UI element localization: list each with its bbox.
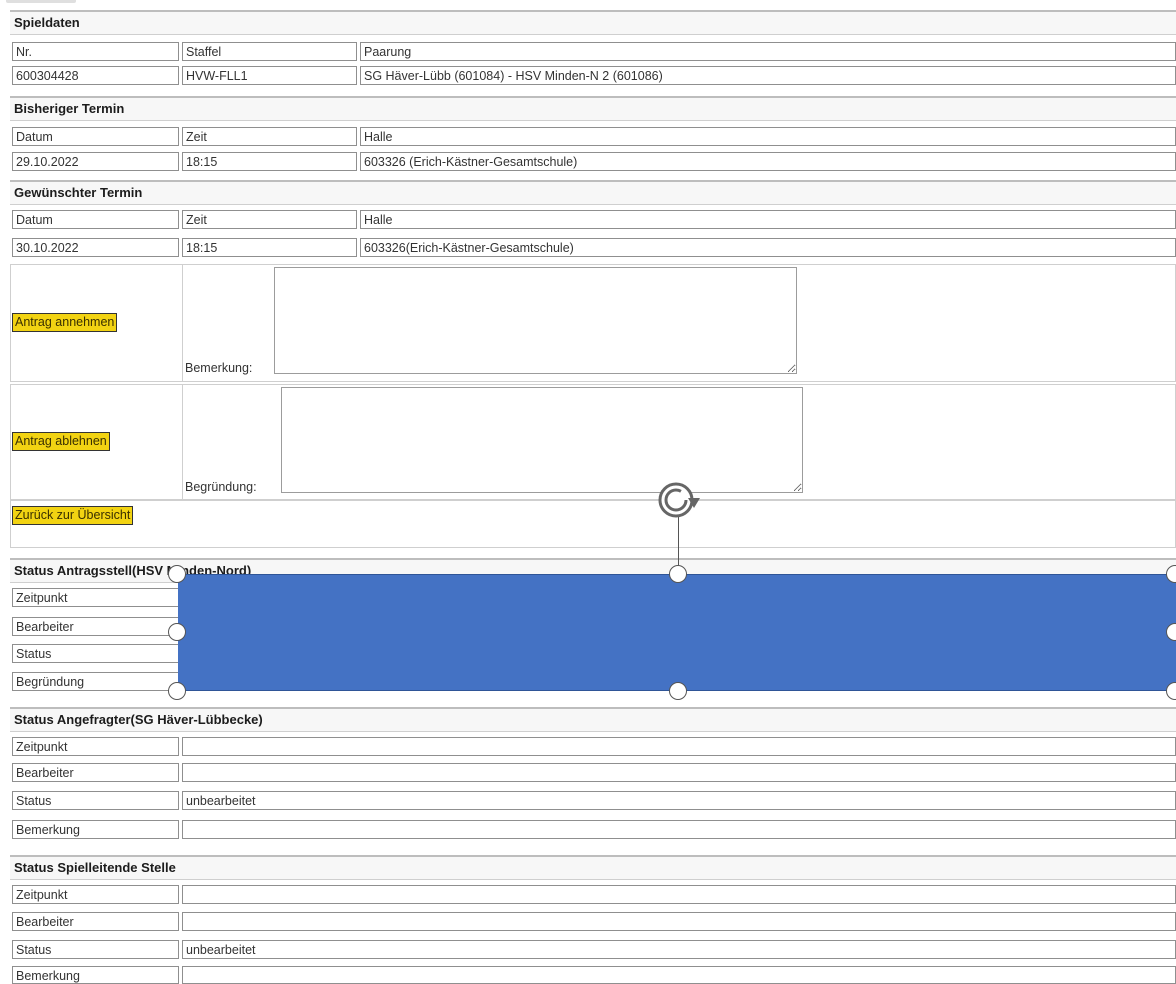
value-status: unbearbeitet [182, 940, 1176, 959]
col-header-nr: Nr. [12, 42, 179, 61]
reject-request-button[interactable]: Antrag ablehnen [12, 432, 110, 451]
bemerkung-label: Bemerkung: [185, 361, 253, 375]
value-bearbeiter [182, 912, 1176, 931]
value-halle: 603326 (Erich-Kästner-Gesamtschule) [360, 152, 1176, 171]
value-paarung: SG Häver-Lübb (601084) - HSV Minden-N 2 … [360, 66, 1176, 85]
resize-handle-icon[interactable] [1166, 682, 1176, 700]
value-bemerkung [182, 820, 1176, 839]
col-header-zeit: Zeit [182, 210, 357, 229]
section-title: Bisheriger Termin [14, 101, 125, 116]
label-zeitpunkt: Zeitpunkt [12, 885, 179, 904]
label-status: Status [12, 791, 179, 810]
begruendung-textarea[interactable] [281, 387, 803, 493]
value-zeit: 18:15 [182, 238, 357, 257]
cropped-top-strip [0, 0, 1176, 8]
col-header-staffel: Staffel [182, 42, 357, 61]
value-zeitpunkt [182, 885, 1176, 904]
resize-handle-icon[interactable] [168, 565, 186, 583]
col-header-datum: Datum [12, 210, 179, 229]
section-header-status-angefragter: Status Angefragter(SG Häver-Lübbecke) [10, 707, 1176, 732]
bemerkung-textarea[interactable] [274, 267, 797, 374]
resize-handle-icon[interactable] [168, 682, 186, 700]
col-header-paarung: Paarung [360, 42, 1176, 61]
overlay-rectangle-shape[interactable] [178, 574, 1176, 691]
col-header-halle: Halle [360, 210, 1176, 229]
section-header-bisheriger-termin: Bisheriger Termin [10, 96, 1176, 121]
resize-handle-icon[interactable] [168, 623, 186, 641]
rotate-icon[interactable] [654, 478, 704, 520]
label-begruendung: Begründung [12, 672, 179, 691]
value-nr: 600304428 [12, 66, 179, 85]
accept-request-button[interactable]: Antrag annehmen [12, 313, 118, 332]
value-staffel: HVW-FLL1 [182, 66, 357, 85]
resize-handle-icon[interactable] [669, 565, 687, 583]
section-title: Gewünschter Termin [14, 185, 143, 200]
label-bearbeiter: Bearbeiter [12, 617, 179, 636]
col-header-zeit: Zeit [182, 127, 357, 146]
value-datum: 29.10.2022 [12, 152, 179, 171]
value-status: unbearbeitet [182, 791, 1176, 810]
section-title: Spieldaten [14, 15, 80, 30]
section-title: Status Angefragter(SG Häver-Lübbecke) [14, 712, 263, 727]
resize-handle-icon[interactable] [669, 682, 687, 700]
section-header-spieldaten: Spieldaten [10, 10, 1176, 35]
value-bearbeiter [182, 763, 1176, 782]
back-to-overview-button[interactable]: Zurück zur Übersicht [12, 506, 134, 525]
col-header-halle: Halle [360, 127, 1176, 146]
begruendung-label: Begründung: [185, 480, 257, 494]
label-status: Status [12, 940, 179, 959]
label-bearbeiter: Bearbeiter [12, 763, 179, 782]
col-header-datum: Datum [12, 127, 179, 146]
value-zeit: 18:15 [182, 152, 357, 171]
label-zeitpunkt: Zeitpunkt [12, 737, 179, 756]
label-zeitpunkt: Zeitpunkt [12, 588, 179, 607]
label-bemerkung: Bemerkung [12, 820, 179, 839]
section-title: Status Spielleitende Stelle [14, 860, 176, 875]
value-halle: 603326(Erich-Kästner-Gesamtschule) [360, 238, 1176, 257]
back-row [10, 500, 1176, 548]
label-bearbeiter: Bearbeiter [12, 912, 179, 931]
label-status: Status [12, 644, 179, 663]
section-header-gewuenschter-termin: Gewünschter Termin [10, 180, 1176, 205]
value-datum: 30.10.2022 [12, 238, 179, 257]
label-bemerkung: Bemerkung [12, 966, 179, 984]
section-header-status-spielleitende: Status Spielleitende Stelle [10, 855, 1176, 880]
value-bemerkung [182, 966, 1176, 984]
value-zeitpunkt [182, 737, 1176, 756]
